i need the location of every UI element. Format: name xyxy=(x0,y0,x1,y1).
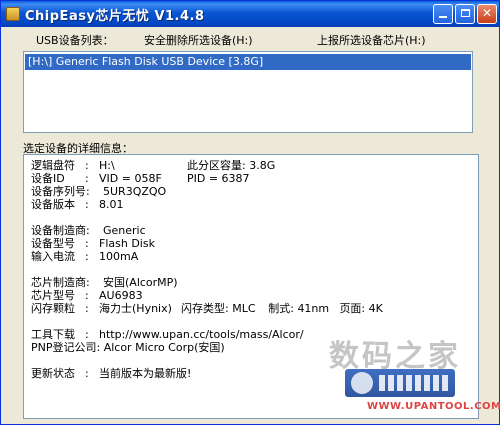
maximize-icon xyxy=(460,9,470,17)
maximize-button[interactable] xyxy=(455,4,475,24)
pid-value: PID = 6387 xyxy=(187,172,250,185)
pnp-value: Alcor Micro Corp(安国) xyxy=(103,341,225,354)
details-textbox[interactable]: 逻辑盘符: H:\ 此分区容量: 3.8G 设备ID: VID = 058F PID =… xyxy=(23,154,479,419)
version-label: 设备版本 xyxy=(31,198,75,211)
detail-row-update: 更新状态: 当前版本为最新版! xyxy=(31,367,192,380)
tool-value: http://www.upan.cc/tools/mass/Alcor/ xyxy=(99,328,304,341)
version-value: 8.01 xyxy=(99,198,124,211)
partition-value: 3.8G xyxy=(249,159,276,172)
title-bar[interactable]: ChipEasy芯片无忧 V1.4.8 ✕ xyxy=(1,1,499,27)
current-label: 输入电流 xyxy=(31,250,75,263)
flash-type-value: MLC xyxy=(232,302,256,315)
detail-row-flash: 闪存颗粒: 海力士(Hynix) 闪存类型: MLC 制式: 41nm 页面: 4K xyxy=(31,302,383,315)
detail-row-current: 输入电流:100mA xyxy=(31,250,139,263)
flash-value: 海力士(Hynix) xyxy=(99,302,172,315)
detail-row-device-id: 设备ID: VID = 058F PID = 6387 xyxy=(31,172,250,185)
menu-report-chip[interactable]: 上报所选设备芯片(H:) xyxy=(317,32,426,48)
current-value: 100mA xyxy=(99,250,139,263)
app-window: ChipEasy芯片无忧 V1.4.8 ✕ USB设备列表： 安全删除所选设备(… xyxy=(0,0,500,425)
device-id-label: 设备ID xyxy=(31,172,65,185)
minimize-icon xyxy=(439,16,447,18)
app-icon xyxy=(6,7,20,21)
detail-row-pnp: PNP登记公司: Alcor Micro Corp(安国) xyxy=(31,341,225,354)
chip-model-label: 芯片型号 xyxy=(31,289,75,302)
drive-letter-label: 逻辑盘符 xyxy=(31,159,75,172)
serial-value: 5UR3QZQO xyxy=(103,185,167,198)
vendor-value: Generic xyxy=(103,224,146,237)
update-value: 当前版本为最新版! xyxy=(99,367,192,380)
chip-vendor-label: 芯片制造商: xyxy=(31,276,90,289)
chip-model-value: AU6983 xyxy=(99,289,143,302)
menu-bar: USB设备列表： 安全删除所选设备(H:) 上报所选设备芯片(H:) xyxy=(1,29,499,49)
process-value: 41nm xyxy=(297,302,330,315)
page-value: 4K xyxy=(368,302,383,315)
update-label: 更新状态 xyxy=(31,367,75,380)
drive-letter-value: H:\ xyxy=(99,159,115,172)
model-label: 设备型号 xyxy=(31,237,75,250)
minimize-button[interactable] xyxy=(433,4,453,24)
detail-row-vendor: 设备制造商: Generic xyxy=(31,224,146,237)
detail-row-serial: 设备序列号: 5UR3QZQO xyxy=(31,185,166,198)
vendor-label: 设备制造商: xyxy=(31,224,90,237)
pnp-label: PNP登记公司: xyxy=(31,341,101,354)
page-label: 页面: xyxy=(339,302,366,315)
detail-row-chip-vendor: 芯片制造商: 安国(AlcorMP) xyxy=(31,276,178,289)
device-list-item-selected[interactable]: [H:\] Generic Flash Disk USB Device [3.8… xyxy=(25,54,471,70)
flash-type-label: 闪存类型: xyxy=(181,302,229,315)
tool-label: 工具下载 xyxy=(31,328,75,341)
process-label: 制式: xyxy=(268,302,294,315)
menu-safe-remove[interactable]: 安全删除所选设备(H:) xyxy=(144,32,253,48)
vid-value: VID = 058F xyxy=(99,172,162,185)
detail-row-model: 设备型号: Flash Disk xyxy=(31,237,155,250)
serial-label: 设备序列号: xyxy=(31,185,90,198)
detail-row-drive: 逻辑盘符: H:\ 此分区容量: 3.8G xyxy=(31,159,276,172)
close-icon: ✕ xyxy=(481,6,493,20)
detail-row-chip-model: 芯片型号: AU6983 xyxy=(31,289,143,302)
detail-row-tool: 工具下载: http://www.upan.cc/tools/mass/Alcor… xyxy=(31,328,304,341)
device-list[interactable]: [H:\] Generic Flash Disk USB Device [3.8… xyxy=(23,51,473,133)
partition-label: 此分区容量: xyxy=(187,159,246,172)
chip-vendor-value: 安国(AlcorMP) xyxy=(103,276,178,289)
window-title: ChipEasy芯片无忧 V1.4.8 xyxy=(25,9,205,24)
menu-usb-device-list[interactable]: USB设备列表： xyxy=(36,32,114,48)
close-button[interactable]: ✕ xyxy=(477,4,497,24)
detail-row-version: 设备版本:8.01 xyxy=(31,198,124,211)
model-value: Flash Disk xyxy=(99,237,155,250)
flash-label: 闪存颗粒 xyxy=(31,302,75,315)
